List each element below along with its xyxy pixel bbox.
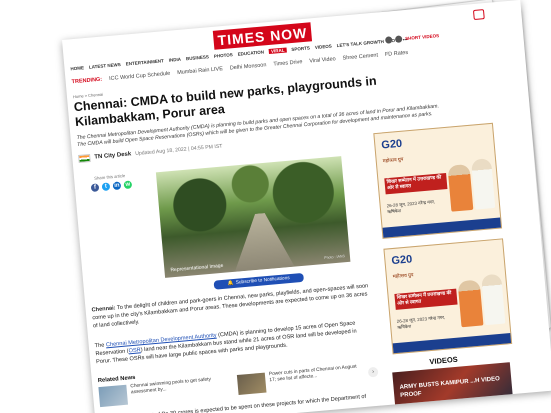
- nav-item-home[interactable]: HOME: [70, 65, 84, 71]
- image-credit: Photo : IANS: [324, 254, 346, 260]
- ad-person-image: [470, 158, 496, 210]
- nav-item-india[interactable]: INDIA: [169, 57, 182, 63]
- nav-item-videos[interactable]: VIDEOS: [315, 44, 332, 50]
- nav-item-viral[interactable]: VIRAL: [268, 47, 287, 54]
- trending-item[interactable]: Delhi Monsoon: [230, 62, 267, 71]
- paragraph-text: The: [94, 342, 107, 350]
- ad-subtitle: महोत्सव ग्रुप: [392, 273, 414, 281]
- dateline: Chennai:: [91, 305, 116, 314]
- author-name[interactable]: TN City Desk: [94, 151, 131, 160]
- nav-item-latest[interactable]: LATEST NEWS: [89, 62, 121, 70]
- ad-person-image: [447, 163, 474, 212]
- ad-brand: G20: [380, 137, 403, 152]
- ad-footer: [392, 333, 512, 354]
- image-caption: Representational Image: [170, 262, 224, 274]
- ad-person-image: [481, 273, 506, 326]
- ad-dates: 26-28 जून, 2023 नरेन्द्र नगर, ऋषिकेश: [396, 314, 446, 330]
- subscribe-label: Subscribe to Notifications: [235, 276, 290, 286]
- nav-item-photos[interactable]: PHOTOS: [214, 52, 233, 59]
- screenshot-stage: TIMES NOW HOME LATEST NEWS ENTERTAINMENT…: [0, 0, 551, 413]
- related-thumbnail: [98, 384, 129, 408]
- videos-heading: VIDEOS: [429, 354, 459, 367]
- updated-timestamp: Updated Aug 18, 2022 | 04:55 PM IST: [134, 143, 223, 158]
- short-videos-link[interactable]: SHORT VIDEOS: [405, 33, 439, 41]
- trending-item[interactable]: FD Rates: [385, 50, 409, 58]
- related-thumbnail: [236, 372, 267, 395]
- article-page: TIMES NOW HOME LATEST NEWS ENTERTAINMENT…: [62, 0, 551, 413]
- nav-item-entertainment[interactable]: ENTERTAINMENT: [126, 58, 164, 66]
- trending-item[interactable]: Times Drive: [273, 59, 303, 68]
- twitter-icon[interactable]: t: [101, 182, 111, 192]
- ad-headline: शिखर सम्मेलन में उत्तराखण्ड की ओर से स्व…: [394, 288, 458, 310]
- whatsapp-icon[interactable]: w: [123, 180, 133, 190]
- trending-item[interactable]: Shree Cement: [342, 53, 378, 62]
- ad-footer: [382, 217, 502, 238]
- article-image: Representational Image Photo : IANS: [155, 156, 351, 278]
- related-news-card[interactable]: Power cuts in parts of Chennai on August…: [236, 364, 369, 397]
- video-title: ARMY BUSTS KAMIPUR ...H VIDEO PROOF: [399, 376, 501, 399]
- header-right: SHORT VIDEOS: [384, 32, 439, 44]
- trending-label: TRENDING:: [71, 76, 103, 86]
- ad-dates: 26-28 जून, 2023 नरेन्द्र नगर, ऋषिकेश: [386, 199, 436, 214]
- trending-item[interactable]: ICC World Cup Schedule: [109, 71, 171, 82]
- trending-item[interactable]: Mumbai Rain LIVE: [177, 66, 223, 76]
- related-news-heading: Related News: [97, 374, 136, 385]
- ad-headline: शिखर सम्मेलन में उत्तराखण्ड की ओर से स्व…: [384, 173, 448, 195]
- nav-item-education[interactable]: EDUCATION: [237, 49, 264, 56]
- trending-item[interactable]: Viral Video: [309, 56, 336, 64]
- profile-icon[interactable]: [394, 35, 403, 43]
- share-label: Share this article: [93, 173, 126, 181]
- facebook-icon[interactable]: f: [90, 183, 100, 193]
- theme-toggle-icon[interactable]: [384, 36, 393, 44]
- video-card[interactable]: ARMY BUSTS KAMIPUR ...H VIDEO PROOF: [392, 362, 514, 413]
- advertisement[interactable]: G20 महोत्सव ग्रुप शिखर सम्मेलन में उत्तर…: [373, 122, 503, 239]
- chevron-right-icon[interactable]: ›: [367, 366, 379, 378]
- related-title: Chennai swimming pools to get safety ass…: [130, 377, 212, 396]
- ad-brand: G20: [391, 253, 413, 268]
- share-buttons: f t in w: [90, 180, 133, 193]
- nav-item-growth[interactable]: LET'S TALK GROWTH: [337, 39, 384, 48]
- notification-icon[interactable]: [472, 9, 485, 21]
- nav-item-sports[interactable]: SPORTS: [291, 45, 310, 52]
- author-flag-icon: [78, 153, 91, 164]
- bell-icon: 🔔: [227, 280, 235, 287]
- related-title: Power cuts in parts of Chennai on August…: [268, 364, 357, 384]
- linkedin-icon[interactable]: in: [112, 181, 122, 191]
- ad-person-image: [457, 279, 484, 328]
- ad-subtitle: महोत्सव ग्रुप: [382, 157, 404, 165]
- advertisement[interactable]: G20 महोत्सव ग्रुप शिखर सम्मेलन में उत्तर…: [383, 238, 513, 355]
- osr-link[interactable]: OSR: [128, 347, 141, 354]
- nav-item-business[interactable]: BUSINESS: [186, 54, 209, 61]
- subscribe-button[interactable]: 🔔 Subscribe to Notifications: [213, 272, 304, 290]
